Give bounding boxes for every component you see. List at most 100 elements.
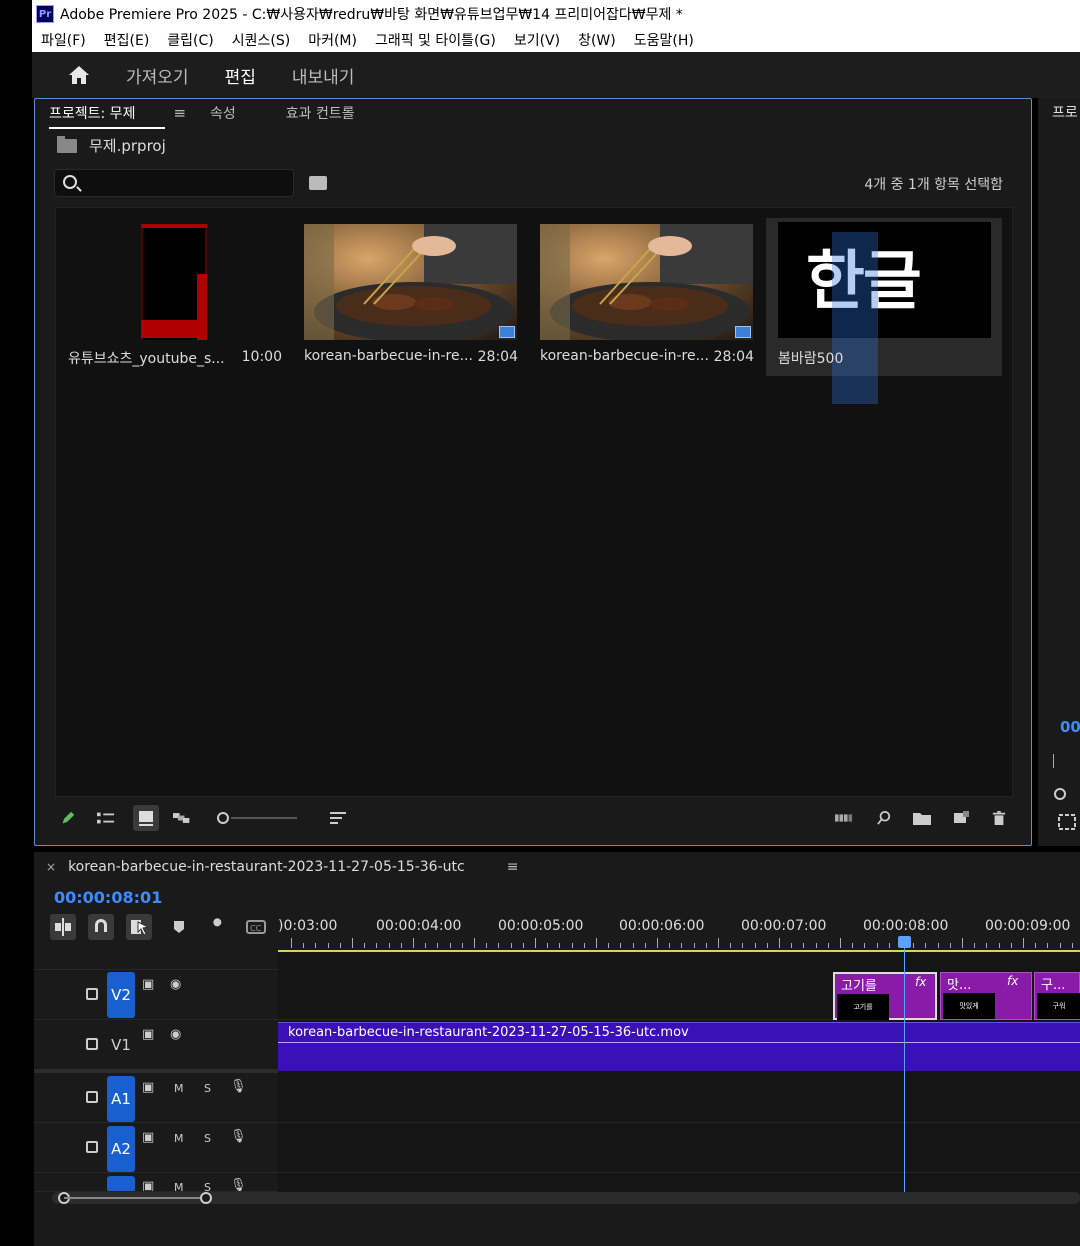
home-icon[interactable]: [68, 65, 90, 85]
program-tab-partial[interactable]: 프로: [1052, 102, 1078, 122]
microphone-icon[interactable]: 🎙: [230, 1079, 247, 1094]
sync-lock-icon[interactable]: ▣: [142, 1130, 154, 1145]
playhead-timecode[interactable]: 00:00:08:01: [54, 888, 162, 907]
clip-item[interactable]: korean-barbecue-in-re... 28:04: [292, 218, 528, 376]
track-target-a3[interactable]: [107, 1176, 135, 1191]
v2-clip-label: 구...: [1041, 978, 1066, 993]
icon-view-button[interactable]: [133, 805, 159, 831]
lock-icon[interactable]: [86, 1141, 98, 1153]
trash-icon[interactable]: [990, 811, 1008, 825]
menu-clip[interactable]: 클립(C): [167, 30, 213, 50]
microphone-icon[interactable]: 🎙: [230, 1178, 247, 1191]
clip-item-selected[interactable]: 한글 봄바람500: [766, 218, 1002, 404]
ruler-tick: [498, 943, 500, 948]
scroll-right-handle[interactable]: [200, 1192, 212, 1204]
list-view-icon[interactable]: [97, 811, 115, 825]
close-tab-icon[interactable]: ×: [46, 860, 56, 874]
clip-name: 유튜브쇼츠_youtube_s...: [68, 351, 225, 367]
freeform-view-icon[interactable]: [173, 811, 191, 825]
lock-icon[interactable]: [86, 988, 98, 1000]
wrench-icon[interactable]: [208, 918, 226, 936]
scroll-thumb[interactable]: [64, 1197, 206, 1199]
clip-item[interactable]: korean-barbecue-in-re... 28:04: [528, 218, 764, 376]
sync-lock-icon[interactable]: ▣: [142, 1027, 154, 1042]
v2-clip[interactable]: 고기를 fx 고기를: [833, 972, 937, 1020]
v2-clip[interactable]: 구... 구워: [1034, 972, 1080, 1020]
menu-marker[interactable]: 마커(M): [308, 30, 357, 50]
search-input[interactable]: [54, 169, 294, 197]
v2-clip[interactable]: 맛... fx 맛있게: [940, 972, 1032, 1020]
ruler-tick: [1071, 943, 1073, 948]
sync-lock-icon[interactable]: ▣: [142, 977, 154, 992]
clip-item[interactable]: 유튜브쇼츠_youtube_s... 10:00: [56, 218, 292, 376]
sort-icon[interactable]: [329, 811, 347, 825]
snap-button[interactable]: [88, 914, 114, 940]
track-header-a3: ▣ M S 🎙: [34, 1173, 278, 1192]
menu-file[interactable]: 파일(F): [41, 30, 86, 50]
tab-project[interactable]: 프로젝트: 무제: [49, 103, 167, 129]
ruler-tick: [876, 943, 878, 948]
menu-window[interactable]: 창(W): [578, 30, 616, 50]
track-target-a1[interactable]: A1: [107, 1076, 135, 1122]
mute-button[interactable]: M: [174, 1082, 184, 1095]
tab-effect-controls[interactable]: 효과 컨트롤: [286, 103, 355, 123]
program-zoom-handle[interactable]: [1054, 788, 1066, 800]
track-target-v1[interactable]: V1: [107, 1022, 135, 1068]
ruler-label: 00:00:07:00: [741, 918, 827, 934]
solo-button[interactable]: S: [204, 1132, 211, 1145]
solo-button[interactable]: S: [204, 1181, 211, 1191]
ruler-tick: [803, 943, 805, 948]
ruler-label: 00:00:04:00: [376, 918, 462, 934]
tab-import[interactable]: 가져오기: [126, 57, 189, 94]
find-icon[interactable]: [875, 811, 893, 825]
timeline-menu-icon[interactable]: ≡: [507, 859, 519, 875]
new-item-icon[interactable]: [953, 811, 971, 825]
captions-icon[interactable]: CC: [246, 920, 266, 934]
zoom-slider-handle[interactable]: [217, 812, 229, 824]
track-target-v2[interactable]: V2: [107, 972, 135, 1018]
linked-selection-button[interactable]: [126, 914, 152, 940]
time-ruler[interactable]: )0:03:00 00:00:04:00 00:00:05:00 00:00:0…: [278, 914, 1080, 952]
sync-lock-icon[interactable]: ▣: [142, 1179, 154, 1191]
insert-sequence-as-nest-button[interactable]: [50, 914, 76, 940]
menu-help[interactable]: 도움말(H): [634, 30, 694, 50]
menu-graphics[interactable]: 그래픽 및 타이틀(G): [375, 30, 496, 50]
lock-icon[interactable]: [86, 1091, 98, 1103]
timeline-horizontal-scrollbar[interactable]: [52, 1192, 1080, 1204]
sync-lock-icon[interactable]: ▣: [142, 1080, 154, 1095]
menu-sequence[interactable]: 시퀀스(S): [232, 30, 290, 50]
mute-button[interactable]: M: [174, 1132, 184, 1145]
find-in-bin-icon[interactable]: [309, 176, 327, 190]
linked-selection-icon: [131, 920, 150, 936]
eye-icon[interactable]: ◉: [170, 977, 181, 992]
tab-edit[interactable]: 편집: [224, 57, 257, 100]
ruler-tick: [962, 938, 963, 948]
add-marker-icon[interactable]: [172, 920, 186, 934]
menu-edit[interactable]: 편집(E): [104, 30, 150, 50]
tab-properties[interactable]: 속성: [210, 103, 236, 123]
solo-button[interactable]: S: [204, 1082, 211, 1095]
track-target-a2[interactable]: A2: [107, 1126, 135, 1172]
automate-to-sequence-icon[interactable]: [835, 811, 853, 825]
panel-menu-icon[interactable]: ≡: [173, 104, 186, 122]
ruler-tick: [864, 943, 866, 948]
microphone-icon[interactable]: 🎙: [230, 1129, 247, 1144]
menu-view[interactable]: 보기(V): [514, 30, 560, 50]
track-area[interactable]: 고기를 fx 고기를 맛... fx 맛있게 구... 구워 korean-ba…: [278, 952, 1080, 1192]
tab-export[interactable]: 내보내기: [292, 57, 355, 94]
pencil-icon[interactable]: [59, 811, 77, 825]
sequence-tab[interactable]: korean-barbecue-in-restaurant-2023-11-27…: [68, 859, 465, 875]
new-bin-icon[interactable]: [913, 811, 931, 825]
track-row-top: [34, 952, 278, 970]
mute-button[interactable]: M: [174, 1181, 184, 1191]
ruler-tick: [730, 943, 732, 948]
icon-view-icon: [139, 811, 153, 826]
v2-clip-thumbnail: 구워: [1037, 993, 1080, 1019]
ruler-tick: [339, 943, 341, 948]
ruler-tick: [413, 938, 414, 948]
lock-icon[interactable]: [86, 1038, 98, 1050]
eye-icon[interactable]: ◉: [170, 1027, 181, 1042]
v1-clip[interactable]: korean-barbecue-in-restaurant-2023-11-27…: [278, 1022, 1080, 1071]
safe-margins-icon[interactable]: [1058, 814, 1076, 830]
zoom-slider-track[interactable]: [231, 817, 297, 819]
